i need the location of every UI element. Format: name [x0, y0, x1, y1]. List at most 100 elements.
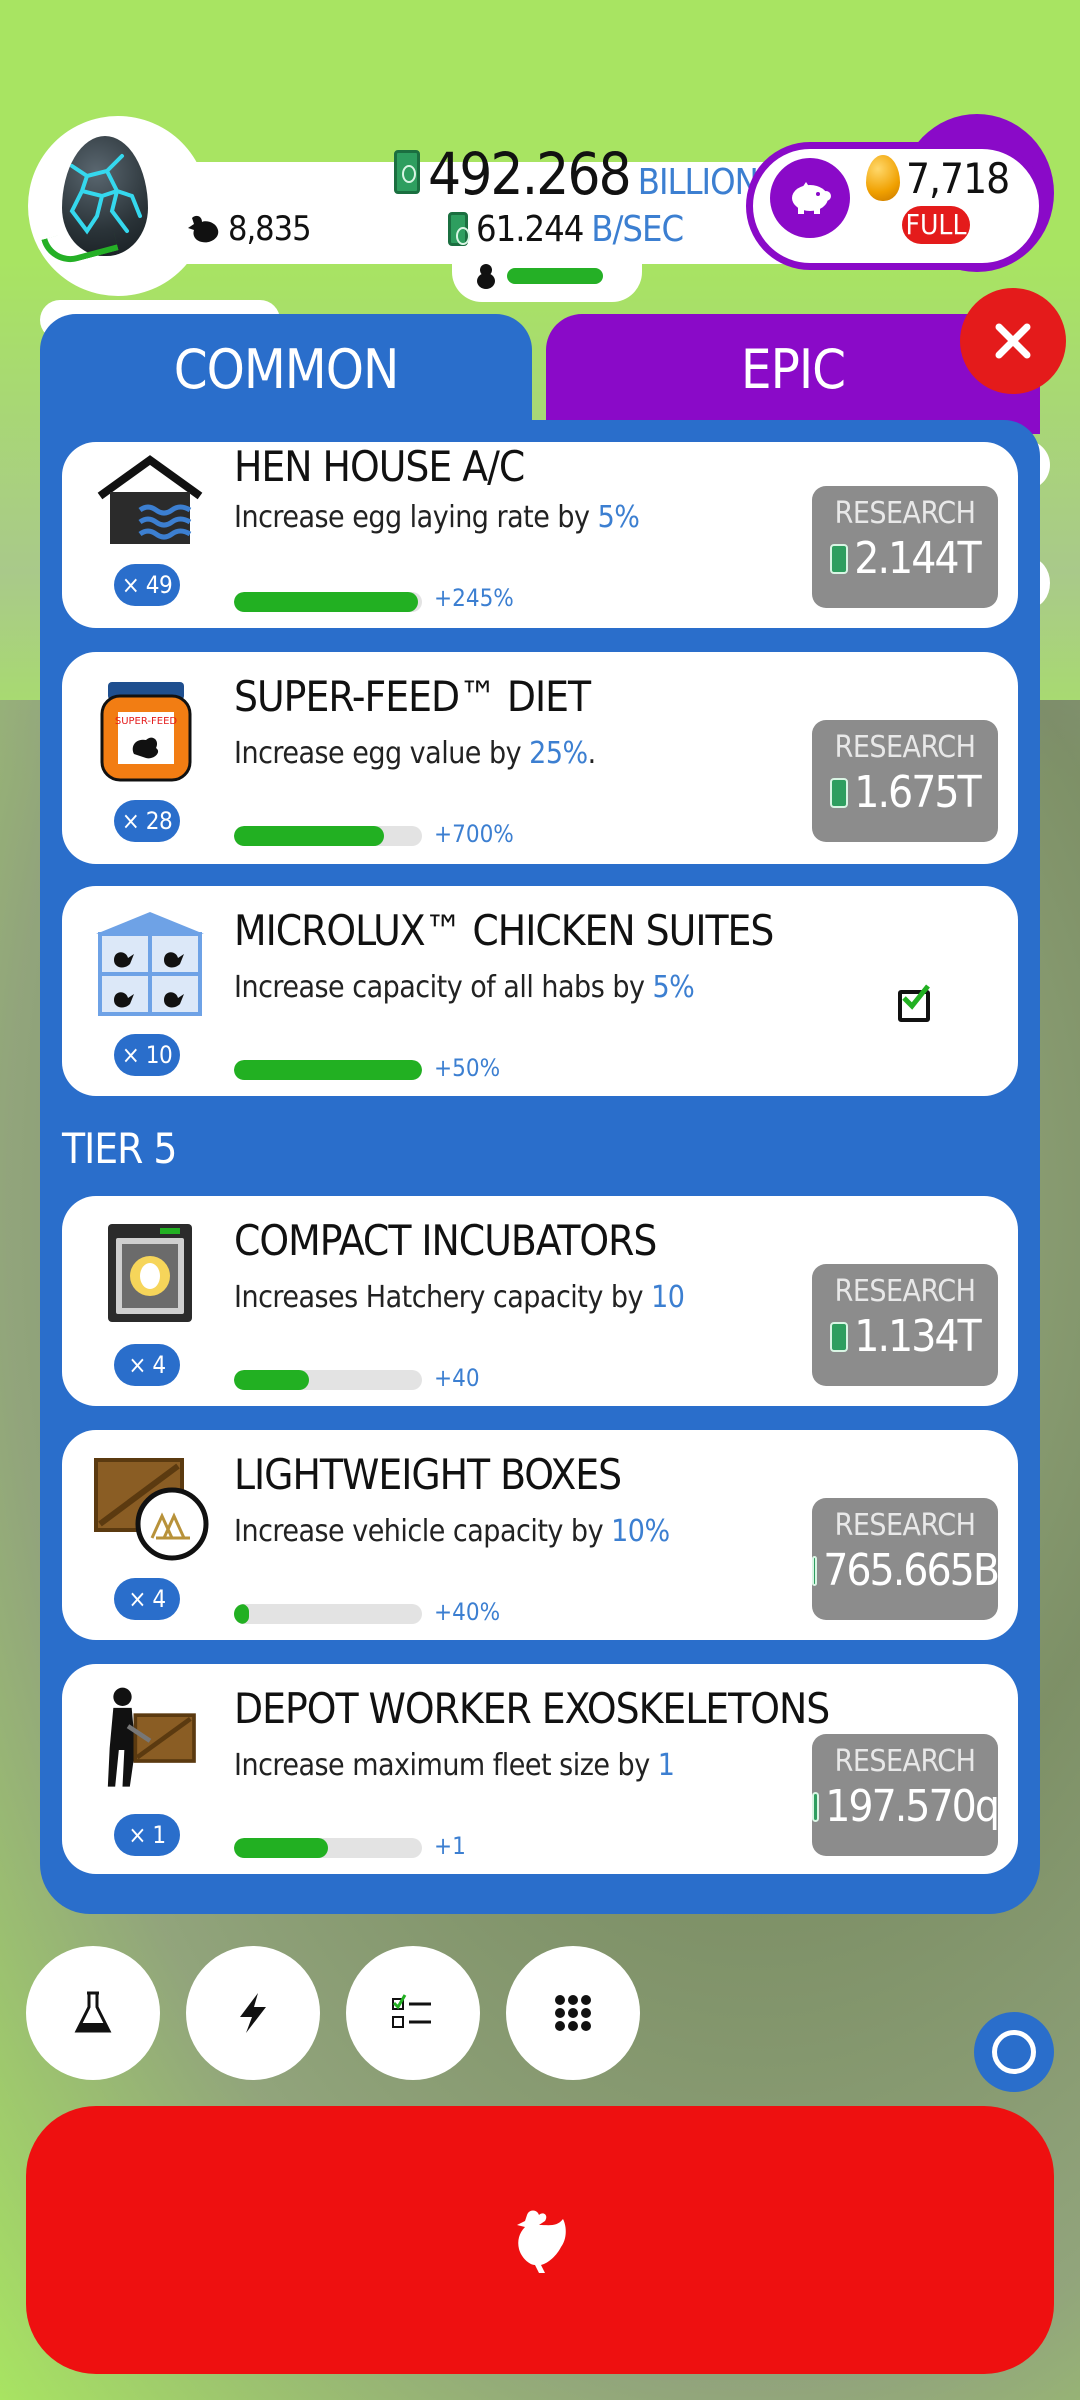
research-item-hen-house-ac: × 49 HEN HOUSE A/C Increase egg laying r… [62, 442, 1018, 628]
tab-common-label: COMMON [173, 338, 400, 401]
research-price: 1.134T [812, 1311, 998, 1362]
hen-house-ac-icon [97, 455, 203, 544]
close-button[interactable] [960, 288, 1066, 394]
tab-common[interactable]: COMMON [40, 314, 532, 444]
cash-icon [830, 543, 849, 574]
cash-icon [394, 150, 420, 194]
research-flask-icon [74, 1991, 112, 2033]
chicken-suites-icon [96, 912, 204, 1016]
research-button-label: RESEARCH [834, 496, 976, 531]
menu-grid-icon [555, 1995, 591, 2031]
item-bonus: +50% [434, 1054, 501, 1082]
chicken-count: 8,835 [186, 207, 312, 251]
level-badge: × 10 [114, 1034, 180, 1076]
item-description: Increase vehicle capacity by 10% [234, 1514, 670, 1549]
level-badge: × 28 [114, 800, 180, 842]
cash-icon [812, 1791, 820, 1822]
cash-icon [448, 212, 470, 246]
research-item-depot-worker-exoskeletons: × 1 DEPOT WORKER EXOSKELETONS Increase m… [62, 1664, 1018, 1874]
item-progress-bar [234, 826, 422, 846]
exoskeleton-worker-icon [107, 1687, 196, 1787]
item-bonus: +1 [434, 1832, 466, 1860]
income-rate: 61.244 B/SEC [448, 207, 684, 251]
tab-epic-label: EPIC [740, 338, 846, 401]
research-button[interactable]: RESEARCH 2.144T [812, 486, 998, 608]
golden-egg-count: 7,718 [906, 153, 1010, 203]
menu-button[interactable] [506, 1946, 640, 2080]
item-description: Increase egg laying rate by 5% [234, 500, 640, 535]
research-price: 1.675T [812, 767, 998, 818]
golden-egg-icon [866, 155, 900, 201]
cash-icon [830, 777, 849, 808]
item-progress-fill [234, 1060, 422, 1080]
super-feed-jar-icon: SUPER-FEED [100, 682, 192, 782]
svg-text:SUPER-FEED: SUPER-FEED [115, 716, 178, 727]
research-button-label: RESEARCH [834, 1744, 976, 1779]
item-title: MICROLUX™ CHICKEN SUITES [234, 906, 774, 955]
lightweight-box-icon [94, 1458, 209, 1561]
item-description: Increases Hatchery capacity by 10 [234, 1280, 685, 1315]
research-item-compact-incubators: × 4 COMPACT INCUBATORS Increases Hatcher… [62, 1196, 1018, 1406]
cash-icon [830, 1321, 849, 1352]
item-progress-bar [234, 592, 422, 612]
level-badge: × 1 [114, 1814, 180, 1856]
golden-eggs-display: 7,718 [866, 150, 1010, 206]
item-progress-bar [234, 1838, 422, 1858]
item-progress-bar [234, 1604, 422, 1624]
research-button[interactable]: RESEARCH 197.570q [812, 1734, 1000, 1856]
research-item-super-feed-diet: SUPER-FEED × 28 SUPER-FEED™ DIET Increas… [62, 652, 1018, 864]
level-badge: × 49 [114, 564, 180, 606]
item-progress-fill [234, 1838, 328, 1858]
item-description: Increase capacity of all habs by 5% [234, 970, 695, 1005]
item-progress-bar [234, 1370, 422, 1390]
research-item-lightweight-boxes: × 4 LIGHTWEIGHT BOXES Increase vehicle c… [62, 1430, 1018, 1640]
ring-icon [992, 2030, 1036, 2074]
boost-lightning-icon [240, 1993, 266, 2033]
chick-icon [477, 264, 495, 289]
item-title: HEN HOUSE A/C [234, 442, 525, 491]
chicken-count-value: 8,835 [228, 209, 312, 249]
money-display: 492.268 BILLION [394, 140, 759, 210]
item-bonus: +40 [434, 1364, 480, 1392]
item-title: DEPOT WORKER EXOSKELETONS [234, 1684, 830, 1733]
farm-progress-bar [507, 268, 604, 284]
chicken-icon [517, 2210, 566, 2273]
piggy-bank-icon[interactable] [770, 158, 850, 238]
research-button-label: RESEARCH [834, 1274, 976, 1309]
chicken-icon [188, 215, 219, 243]
tier-heading: TIER 5 [62, 1124, 177, 1173]
research-price: 765.665B [812, 1545, 1000, 1596]
hatch-chicken-button[interactable] [26, 2106, 1054, 2374]
cash-icon [812, 1555, 818, 1586]
rate-value: 61.244 [476, 208, 584, 250]
missions-button[interactable] [346, 1946, 480, 2080]
item-title: LIGHTWEIGHT BOXES [234, 1450, 622, 1499]
item-bonus: +40% [434, 1598, 501, 1626]
research-button[interactable]: RESEARCH 1.134T [812, 1264, 998, 1386]
level-badge: × 4 [114, 1578, 180, 1620]
item-progress-fill [234, 1604, 250, 1624]
boosts-button[interactable] [186, 1946, 320, 2080]
item-progress-fill [234, 1370, 310, 1390]
research-price: 197.570q [812, 1781, 1000, 1832]
research-item-microlux-chicken-suites: × 10 MICROLUX™ CHICKEN SUITES Increase c… [62, 886, 1018, 1096]
level-badge: × 4 [114, 1344, 180, 1386]
close-icon [995, 323, 1031, 359]
camera-toggle-button[interactable] [974, 2012, 1054, 2092]
item-description: Increase egg value by 25%. [234, 736, 596, 771]
research-button[interactable]: RESEARCH 765.665B [812, 1498, 1000, 1620]
money-unit: BILLION [637, 162, 759, 203]
research-button-round[interactable] [26, 1946, 160, 2080]
item-title: COMPACT INCUBATORS [234, 1216, 657, 1265]
checkmark-icon [902, 984, 930, 1010]
piggy-full-badge: FULL [902, 206, 970, 244]
item-bonus: +700% [434, 820, 514, 848]
completed-checkbox [898, 984, 930, 1022]
research-button[interactable]: RESEARCH 1.675T [812, 720, 998, 842]
incubator-icon [108, 1224, 192, 1322]
item-progress-fill [234, 826, 385, 846]
research-button-label: RESEARCH [834, 1508, 976, 1543]
rate-unit: B/SEC [591, 208, 684, 250]
item-progress-bar [234, 1060, 422, 1080]
research-price: 2.144T [812, 533, 998, 584]
